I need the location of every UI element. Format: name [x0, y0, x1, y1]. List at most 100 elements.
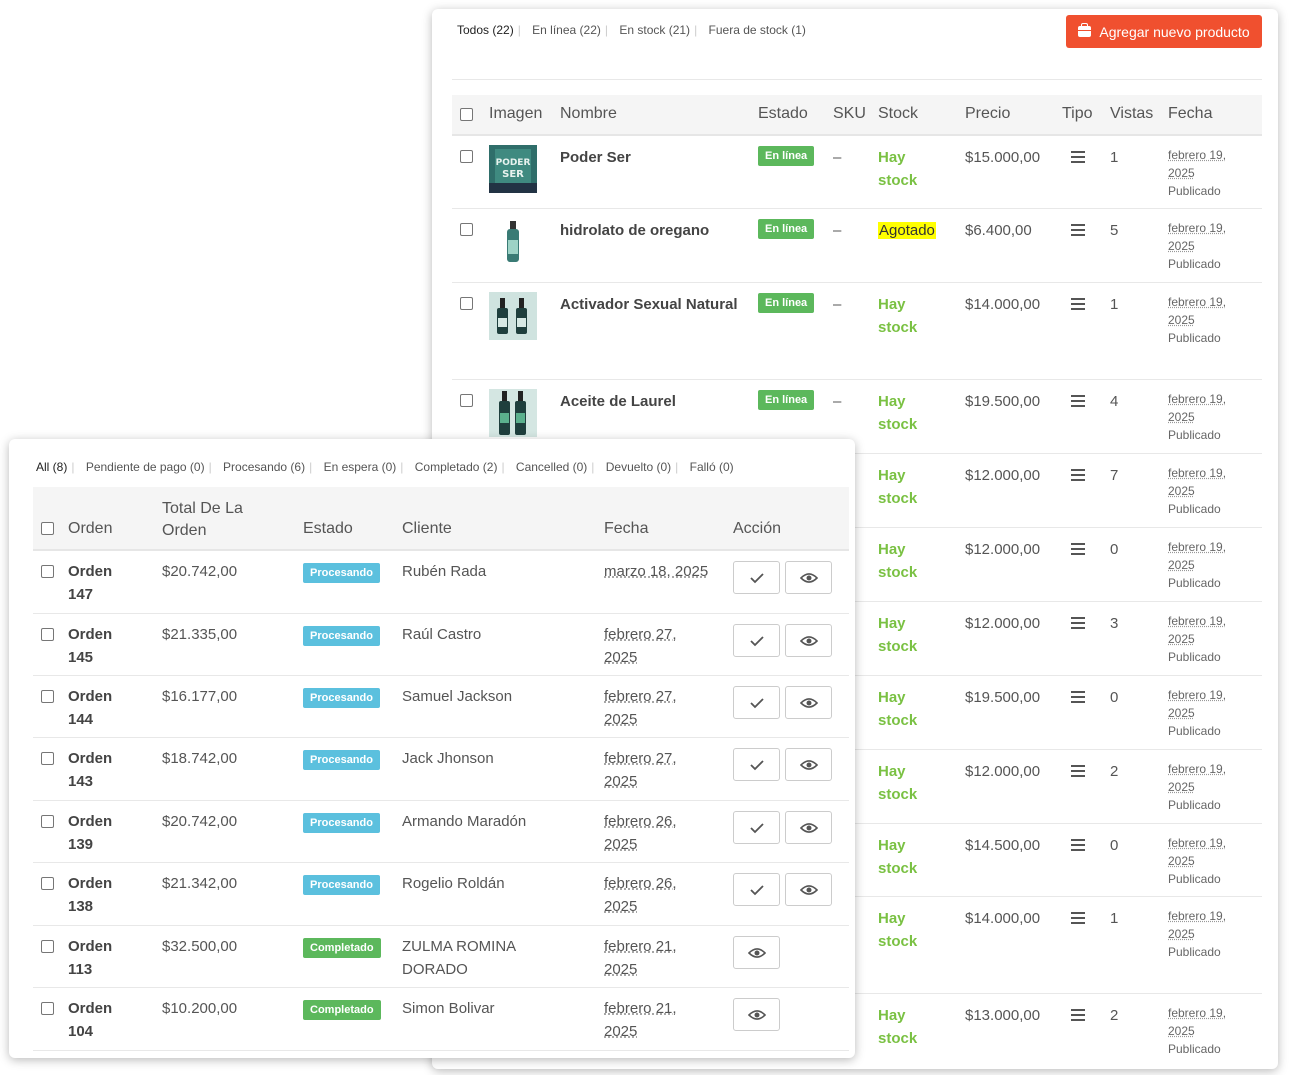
view-order-button[interactable] [785, 624, 832, 657]
complete-order-button[interactable] [733, 873, 780, 906]
product-price: $6.400,00 [965, 222, 1032, 239]
order-checkbox[interactable] [41, 565, 54, 578]
product-image[interactable] [489, 292, 537, 340]
product-row[interactable]: PODER SER Poder Ser En línea – Hay stock $15.0… [452, 136, 1262, 209]
order-total: $18.742,00 [162, 750, 238, 767]
order-checkbox[interactable] [41, 940, 54, 953]
status-badge: En línea [758, 219, 815, 239]
col-views[interactable]: Vistas [1110, 105, 1153, 123]
order-checkbox[interactable] [41, 1002, 54, 1015]
view-order-button[interactable] [785, 811, 832, 844]
product-row[interactable]: Activador Sexual Natural En línea – Hay sto… [452, 283, 1262, 380]
order-checkbox[interactable] [41, 877, 54, 890]
col-order-status: Estado [303, 520, 353, 537]
stock-status: Hay stock [878, 467, 918, 507]
filter-out-of-stock[interactable]: Fuera de stock (1) [709, 23, 806, 37]
order-number[interactable]: Orden 139 [68, 810, 112, 856]
order-number[interactable]: Orden 147 [68, 560, 112, 606]
order-row[interactable]: Orden 144 $16.177,00 Procesando Samuel Jacks… [33, 676, 849, 738]
add-product-button[interactable]: Agregar nuevo producto [1066, 15, 1262, 48]
col-image[interactable]: Imagen [489, 105, 542, 123]
product-name[interactable]: Poder Ser [560, 146, 740, 169]
product-date: febrero 19, 2025 Publicado [1168, 762, 1227, 812]
product-checkbox[interactable] [460, 394, 473, 407]
order-client: Rogelio Roldán [402, 875, 505, 892]
product-row[interactable]: hidrolato de oregano En línea – Agotado $6.4… [452, 209, 1262, 283]
svg-text:SER: SER [502, 169, 524, 180]
order-number[interactable]: Orden 144 [68, 685, 112, 731]
col-date[interactable]: Fecha [1168, 105, 1212, 123]
product-name[interactable]: hidrolato de oregano [560, 219, 740, 242]
status-badge: En línea [758, 146, 815, 166]
col-name[interactable]: Nombre [560, 105, 617, 123]
complete-order-button[interactable] [733, 561, 780, 594]
order-row[interactable]: Orden 104 $10.200,00 Completado Simon Boliva… [33, 988, 849, 1051]
complete-order-button[interactable] [733, 748, 780, 781]
view-order-button[interactable] [733, 998, 780, 1031]
order-row[interactable]: Orden 113 $32.500,00 Completado ZULMA ROMINA… [33, 926, 849, 988]
view-order-button[interactable] [785, 686, 832, 719]
filter-in-stock[interactable]: En stock (21) [619, 23, 690, 37]
order-row[interactable]: Orden 145 $21.335,00 Procesando Raúl Castro f… [33, 614, 849, 676]
order-status-badge: Procesando [303, 875, 380, 895]
product-name[interactable]: Activador Sexual Natural [560, 293, 740, 316]
order-number[interactable]: Orden 143 [68, 747, 112, 793]
complete-order-button[interactable] [733, 686, 780, 719]
order-number[interactable]: Orden 113 [68, 935, 112, 981]
order-checkbox[interactable] [41, 690, 54, 703]
product-checkbox[interactable] [460, 297, 473, 310]
order-client: Samuel Jackson [402, 688, 513, 705]
filter-completed[interactable]: Completado (2) [415, 460, 498, 474]
product-image[interactable]: PODER SER [489, 145, 537, 193]
order-checkbox[interactable] [41, 628, 54, 641]
filter-all-products[interactable]: Todos (22) [457, 23, 514, 37]
product-sku: – [833, 222, 842, 239]
view-order-button[interactable] [785, 561, 832, 594]
col-order[interactable]: Orden [68, 520, 112, 538]
order-number[interactable]: Orden 145 [68, 623, 112, 669]
product-name[interactable]: Aceite de Laurel [560, 390, 740, 413]
filter-all-orders[interactable]: All (8) [36, 460, 67, 474]
complete-order-button[interactable] [733, 624, 780, 657]
order-client: ZULMA ROMINA DORADO [402, 938, 516, 978]
product-price: $19.500,00 [965, 689, 1041, 706]
product-views: 3 [1110, 615, 1119, 632]
order-number[interactable]: Orden 138 [68, 872, 112, 918]
check-icon [749, 572, 764, 584]
order-number[interactable]: Orden 104 [68, 997, 112, 1043]
product-image[interactable] [489, 389, 537, 437]
filter-failed[interactable]: Falló (0) [690, 460, 734, 474]
filter-online[interactable]: En línea (22) [532, 23, 601, 37]
col-order-date[interactable]: Fecha [604, 520, 648, 538]
product-views: 4 [1110, 393, 1119, 410]
product-sku: – [833, 393, 842, 410]
select-all-orders-checkbox[interactable] [41, 522, 54, 535]
order-checkbox[interactable] [41, 752, 54, 765]
divider [452, 79, 1262, 80]
product-date: febrero 19, 2025 Publicado [1168, 540, 1227, 590]
col-sku[interactable]: SKU [833, 105, 866, 123]
menu-lines-icon [1071, 151, 1085, 163]
product-checkbox[interactable] [460, 150, 473, 163]
order-row[interactable]: Orden 139 $20.742,00 Procesando Armando Mara… [33, 801, 849, 863]
complete-order-button[interactable] [733, 811, 780, 844]
filter-processing[interactable]: Procesando (6) [223, 460, 305, 474]
view-order-button[interactable] [733, 936, 780, 969]
stock-status: Hay stock [878, 393, 918, 433]
col-price[interactable]: Precio [965, 105, 1010, 123]
filter-on-hold[interactable]: En espera (0) [324, 460, 397, 474]
order-row[interactable]: Orden 138 $21.342,00 Procesando Rogelio Rold… [33, 863, 849, 926]
filter-pending-payment[interactable]: Pendiente de pago (0) [86, 460, 205, 474]
view-order-button[interactable] [785, 873, 832, 906]
order-row[interactable]: Orden 147 $20.742,00 Procesando Rubén Rada ma… [33, 551, 849, 614]
order-client: Armando Maradón [402, 813, 527, 830]
select-all-products-checkbox[interactable] [460, 108, 473, 121]
view-order-button[interactable] [785, 748, 832, 781]
filter-refunded[interactable]: Devuelto (0) [606, 460, 671, 474]
product-image[interactable] [489, 218, 537, 266]
order-row[interactable]: Orden 143 $18.742,00 Procesando Jack Jhonson… [33, 738, 849, 801]
product-checkbox[interactable] [460, 223, 473, 236]
order-status-badge: Procesando [303, 626, 380, 646]
order-checkbox[interactable] [41, 815, 54, 828]
filter-cancelled[interactable]: Cancelled (0) [516, 460, 587, 474]
